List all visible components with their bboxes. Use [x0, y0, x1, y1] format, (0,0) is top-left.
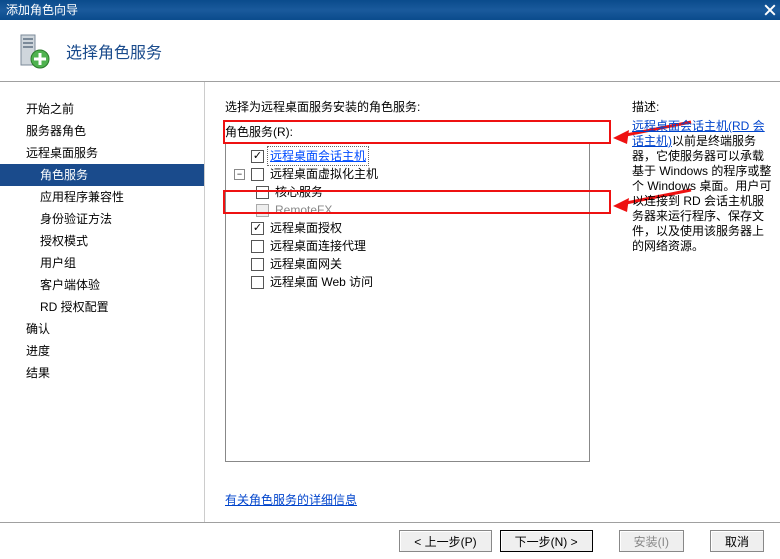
- description-panel: 描述: 远程桌面会话主机(RD 会话主机)以前是终端服务器，它使服务器可以承载基…: [632, 98, 772, 254]
- wizard-step[interactable]: 远程桌面服务: [0, 142, 204, 164]
- tree-item-label[interactable]: 核心服务: [273, 183, 325, 201]
- wizard-step[interactable]: 角色服务: [0, 164, 204, 186]
- wizard-step[interactable]: 授权模式: [0, 230, 204, 252]
- learn-more-link-container: 有关角色服务的详细信息: [225, 491, 357, 508]
- wizard-step[interactable]: RD 授权配置: [0, 296, 204, 318]
- tree-checkbox: [256, 204, 269, 217]
- tree-item-label[interactable]: 远程桌面连接代理: [268, 237, 368, 255]
- tree-item-label[interactable]: 远程桌面会话主机: [268, 147, 368, 165]
- prev-button[interactable]: < 上一步(P): [399, 530, 491, 552]
- wizard-step[interactable]: 身份验证方法: [0, 208, 204, 230]
- collapse-icon[interactable]: −: [234, 169, 245, 180]
- wizard-header: 选择角色服务: [0, 20, 780, 82]
- wizard-step[interactable]: 服务器角色: [0, 120, 204, 142]
- install-button: 安装(I): [619, 530, 684, 552]
- tree-checkbox[interactable]: [251, 150, 264, 163]
- role-services-tree: 远程桌面会话主机−远程桌面虚拟化主机核心服务RemoteFX远程桌面授权远程桌面…: [225, 142, 590, 462]
- tree-item-label[interactable]: 远程桌面虚拟化主机: [268, 165, 380, 183]
- tree-row: 远程桌面授权: [230, 219, 585, 237]
- tree-item-label[interactable]: 远程桌面授权: [268, 219, 344, 237]
- wizard-step[interactable]: 结果: [0, 362, 204, 384]
- wizard-step[interactable]: 开始之前: [0, 98, 204, 120]
- next-button[interactable]: 下一步(N) >: [500, 530, 593, 552]
- tree-row: 核心服务: [230, 183, 585, 201]
- tree-row: RemoteFX: [230, 201, 585, 219]
- tree-checkbox[interactable]: [256, 186, 269, 199]
- tree-checkbox[interactable]: [251, 168, 264, 181]
- page-title: 选择角色服务: [66, 39, 162, 63]
- tree-row: 远程桌面会话主机: [230, 147, 585, 165]
- close-icon: [764, 4, 776, 16]
- window-title: 添加角色向导: [6, 3, 78, 17]
- wizard-footer: < 上一步(P) 下一步(N) > 安装(I) 取消: [0, 522, 780, 559]
- tree-row: 远程桌面连接代理: [230, 237, 585, 255]
- tree-checkbox[interactable]: [251, 276, 264, 289]
- description-body: 远程桌面会话主机(RD 会话主机)以前是终端服务器，它使服务器可以承载基于 Wi…: [632, 119, 772, 254]
- wizard-step[interactable]: 进度: [0, 340, 204, 362]
- wizard-steps-sidebar: 开始之前服务器角色远程桌面服务角色服务应用程序兼容性身份验证方法授权模式用户组客…: [0, 82, 205, 522]
- wizard-step[interactable]: 应用程序兼容性: [0, 186, 204, 208]
- cancel-button[interactable]: 取消: [710, 530, 764, 552]
- description-text: 以前是终端服务器，它使服务器可以承载基于 Windows 的程序或整个 Wind…: [632, 134, 771, 253]
- server-role-icon: [12, 31, 52, 71]
- titlebar: 添加角色向导: [0, 0, 780, 20]
- wizard-step[interactable]: 客户端体验: [0, 274, 204, 296]
- tree-row: 远程桌面网关: [230, 255, 585, 273]
- learn-more-link[interactable]: 有关角色服务的详细信息: [225, 493, 357, 507]
- tree-checkbox[interactable]: [251, 240, 264, 253]
- wizard-body: 开始之前服务器角色远程桌面服务角色服务应用程序兼容性身份验证方法授权模式用户组客…: [0, 82, 780, 522]
- tree-item-label: RemoteFX: [273, 201, 334, 219]
- tree-checkbox[interactable]: [251, 222, 264, 235]
- close-button[interactable]: [760, 0, 780, 20]
- description-title: 描述:: [632, 98, 772, 115]
- wizard-step[interactable]: 确认: [0, 318, 204, 340]
- tree-row: 远程桌面 Web 访问: [230, 273, 585, 291]
- wizard-step[interactable]: 用户组: [0, 252, 204, 274]
- tree-item-label[interactable]: 远程桌面网关: [268, 255, 344, 273]
- tree-checkbox[interactable]: [251, 258, 264, 271]
- tree-row: − 远程桌面虚拟化主机: [230, 165, 585, 183]
- tree-item-label[interactable]: 远程桌面 Web 访问: [268, 273, 375, 291]
